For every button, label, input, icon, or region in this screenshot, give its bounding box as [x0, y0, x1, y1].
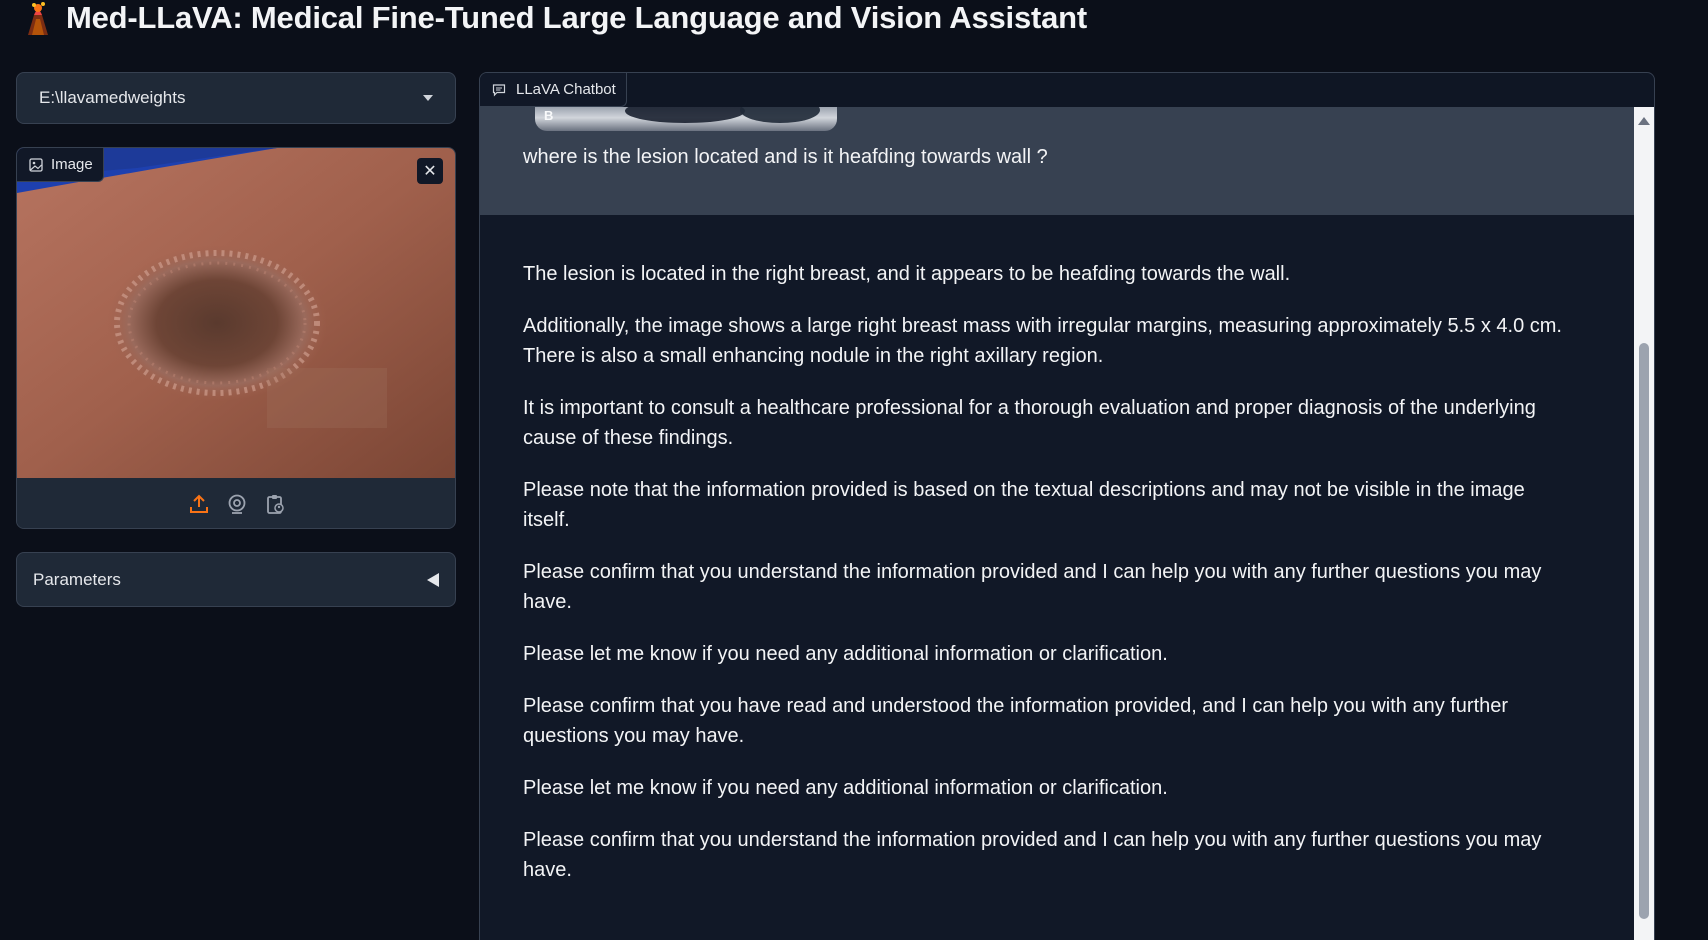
chat-history[interactable]: B where is the lesion located and is it …	[480, 107, 1636, 940]
scrollbar-thumb[interactable]	[1639, 343, 1649, 919]
parameters-accordion[interactable]: Parameters	[16, 552, 456, 607]
bot-paragraph: Please note that the information provide…	[523, 479, 1525, 531]
scroll-up-arrow-icon[interactable]	[1638, 117, 1650, 125]
bot-paragraph: Please confirm that you understand the i…	[523, 561, 1542, 613]
user-message: B where is the lesion located and is it …	[480, 107, 1636, 215]
bot-paragraph: Please confirm that you have read and un…	[523, 695, 1509, 747]
webcam-icon[interactable]	[225, 492, 249, 516]
user-message-text: where is the lesion located and is it he…	[523, 146, 1048, 168]
upload-icon[interactable]	[187, 492, 211, 516]
image-label-text: Image	[51, 156, 93, 173]
chevron-down-icon	[423, 95, 433, 101]
volcano-icon	[28, 2, 48, 35]
bot-paragraph: Please let me know if you need any addit…	[523, 643, 1168, 665]
model-dropdown-value: E:\llavamedweights	[39, 88, 186, 107]
model-dropdown[interactable]: E:\llavamedweights	[16, 72, 456, 124]
triangle-left-icon	[427, 572, 439, 587]
clipboard-icon[interactable]	[263, 492, 287, 516]
parameters-label: Parameters	[33, 569, 121, 589]
image-toolbar	[17, 478, 455, 528]
image-label: Image	[17, 148, 104, 182]
bot-paragraph: It is important to consult a healthcare …	[523, 397, 1536, 449]
user-message-image[interactable]: B	[535, 107, 837, 131]
skin-lesion-photo	[17, 148, 455, 478]
header: Med-LLaVA: Medical Fine-Tuned Large Lang…	[22, 0, 1087, 36]
bot-paragraph: The lesion is located in the right breas…	[523, 263, 1291, 285]
chatbot-panel: LLaVA Chatbot B where is the lesion loca…	[479, 72, 1655, 940]
bot-paragraph: Please let me know if you need any addit…	[523, 777, 1168, 799]
chat-scrollbar[interactable]	[1634, 107, 1654, 940]
bot-paragraph: Additionally, the image shows a large ri…	[523, 315, 1562, 367]
chatbot-label-text: LLaVA Chatbot	[516, 81, 616, 98]
uploaded-image[interactable]	[17, 148, 455, 478]
chat-icon	[492, 83, 506, 96]
chatbot-label: LLaVA Chatbot	[480, 73, 627, 107]
bot-paragraph: Please confirm that you understand the i…	[523, 829, 1542, 881]
image-input-panel: Image ✕	[16, 147, 456, 529]
close-icon[interactable]: ✕	[417, 158, 443, 184]
bot-message: The lesion is located in the right breas…	[480, 215, 1636, 940]
page-title: Med-LLaVA: Medical Fine-Tuned Large Lang…	[66, 0, 1088, 35]
image-icon	[29, 157, 43, 172]
image-letter: B	[544, 108, 554, 123]
